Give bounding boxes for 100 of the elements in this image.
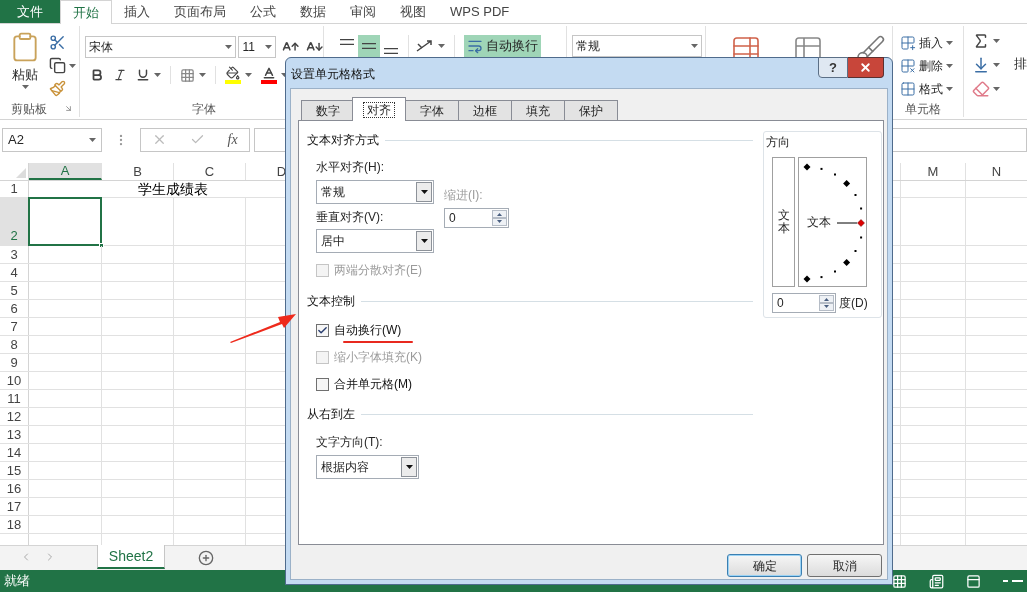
cells-menu-button[interactable]: 插入 [899,32,963,55]
caret-icon [420,239,428,243]
row-header[interactable]: 3 [0,246,29,263]
normal-view-icon[interactable] [892,573,907,589]
sheet-tab[interactable]: Sheet2 [97,545,165,569]
dialog-tab[interactable]: 保护 [564,100,618,121]
spin-field[interactable]: 0 [772,293,836,313]
format-painter-icon[interactable] [49,80,66,97]
underline-icon[interactable] [136,68,151,82]
font-color-icon[interactable] [261,66,278,84]
dialog-title: 设置单元格格式 [291,66,375,83]
row-header[interactable]: 18 [0,516,29,533]
row-header[interactable]: 13 [0,426,29,443]
add-sheet-icon[interactable] [198,550,214,566]
column-header[interactable]: N [965,163,1027,180]
caret-icon [265,45,273,49]
row-header[interactable]: 6 [0,300,29,317]
dialog-tab[interactable]: 对齐 [352,97,406,121]
wrap-text-icon [467,38,484,54]
row-header[interactable]: 4 [0,264,29,281]
checkbox[interactable] [316,323,329,337]
spin-arrows-icon [492,210,507,226]
ribbon-tab[interactable]: 页面布局 [162,0,238,23]
orientation-dial[interactable]: 文本 [798,157,867,287]
dialog-tab[interactable]: 边框 [458,100,512,121]
column-header[interactable]: M [900,163,965,180]
row-header[interactable]: 5 [0,282,29,299]
column-header[interactable]: A [29,163,102,180]
dialog-button[interactable]: 取消 [807,554,882,577]
cells-menu-button[interactable]: 格式 [899,77,963,100]
dropdown[interactable]: 常规 [316,180,434,204]
caret-icon [691,44,699,48]
zoom-slider-icon[interactable] [1003,579,1023,583]
insert-function-button[interactable]: fx [227,129,238,150]
vertical-text-box[interactable]: 文本 [772,157,795,287]
cells-menu-button[interactable]: 删除 [899,54,963,78]
italic-icon[interactable] [113,68,128,82]
paste-button[interactable]: 粘贴 [6,31,44,100]
ribbon-tab[interactable]: WPS PDF [438,0,522,23]
wrap-text-button[interactable]: 自动换行 [464,35,542,57]
help-button[interactable]: ? [818,57,848,78]
row-header[interactable]: 9 [0,354,29,371]
caret-icon [405,465,413,469]
caret-icon [945,41,953,46]
fill-color-icon[interactable] [225,66,242,84]
sort-label[interactable]: 排 [1014,54,1027,117]
ribbon-tab[interactable]: 审阅 [338,0,388,23]
ribbon-tab[interactable]: 插入 [112,0,162,23]
caret-icon [420,190,428,194]
font-size-dropdown[interactable]: 11 [238,36,277,58]
cell-text: 学生成绩表 [138,181,208,199]
ribbon-tab[interactable]: 开始 [60,0,112,24]
eraser-icon[interactable] [972,80,990,98]
dropdown[interactable]: 根据内容 [316,455,419,479]
check-icon [317,324,328,336]
close-button[interactable] [848,57,884,78]
row-header[interactable]: 11 [0,390,29,407]
scissors-icon[interactable] [49,34,66,51]
checkbox[interactable] [316,377,329,391]
ribbon-tab[interactable]: 公式 [238,0,288,23]
row-header[interactable]: 7 [0,318,29,335]
dialog-launcher-icon[interactable] [64,104,74,113]
row-header[interactable]: 1 [0,181,29,197]
fill-down-icon[interactable] [972,56,990,74]
copy-icon[interactable] [49,57,66,74]
row-header[interactable]: 2 [0,198,29,245]
align-button[interactable] [358,35,381,57]
column-header[interactable]: C [174,163,246,180]
fill-handle[interactable] [99,243,104,248]
dialog-tab[interactable]: 填充 [511,100,565,121]
ribbon-tab[interactable]: 视图 [388,0,438,23]
section-title: 文本对齐方式 [307,132,379,149]
row-header[interactable]: 17 [0,498,29,515]
group-label: 单元格 [903,101,942,117]
dialog-button[interactable]: 确定 [727,554,802,577]
group-label: 字体 [192,101,217,117]
field-label: 文字方向(T): [316,434,384,451]
spin-arrows-icon [819,295,834,311]
row-header[interactable]: 8 [0,336,29,353]
selected-cell[interactable] [28,197,102,246]
ribbon-tab[interactable]: 数据 [288,0,338,23]
font-name-dropdown[interactable]: 宋体 [85,36,237,58]
row-header[interactable]: 15 [0,462,29,479]
align-top-icon [340,38,355,45]
section-title: 从右到左 [307,406,355,423]
borders-icon[interactable] [180,67,196,83]
column-header[interactable]: B [102,163,174,180]
dropdown[interactable]: 居中 [316,229,434,253]
row-header[interactable]: 14 [0,444,29,461]
name-box[interactable]: A2 [2,127,102,152]
format-cells-icon [899,80,916,97]
caret-icon [945,86,953,91]
number-format-dropdown[interactable]: 常规 [572,35,703,57]
row-header[interactable]: 16 [0,480,29,497]
delete-cells-icon [899,58,916,74]
file-tab[interactable]: 文件 [0,0,60,23]
bold-icon[interactable] [90,68,105,82]
row-header[interactable]: 12 [0,408,29,425]
status-text: 就绪 [3,572,30,591]
row-header[interactable]: 10 [0,372,29,389]
